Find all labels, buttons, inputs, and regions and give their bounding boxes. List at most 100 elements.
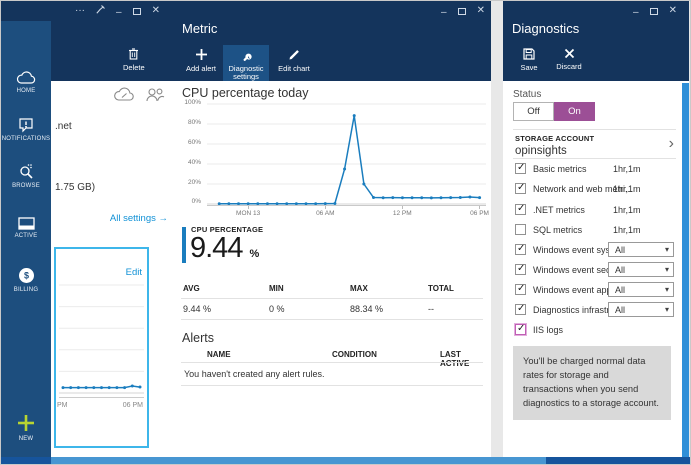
diag-row-windows-event-security: ✓ Windows event security... All ▾ [513,260,676,280]
discard-button[interactable]: Discard [551,45,587,71]
maximize-icon[interactable] [132,7,141,15]
sidebar-item-billing[interactable]: $ BILLING [1,267,51,293]
checkbox-checked-focused[interactable]: ✓ [515,323,526,335]
billing-icon: $ [1,267,51,284]
checkbox-checked[interactable]: ✓ [515,182,526,194]
alerts-header-lastactive: LAST ACTIVE [440,350,470,368]
stat-value-avg: 9.44 % [183,304,212,314]
edit-chart-label: Edit chart [278,64,310,73]
tile-edit-link[interactable]: Edit [126,267,142,278]
stat-header-total: TOTAL [428,284,454,293]
checkbox-unchecked[interactable] [515,224,526,235]
home-cloud-icon [1,71,51,85]
x-tick [479,206,480,209]
diagnostic-settings-label: Diagnostic settings [228,64,264,81]
diagnostics-blade-chrome: – ✕ [633,5,677,18]
status-off-option[interactable]: Off [513,102,554,121]
delete-button[interactable]: Delete [123,45,145,72]
all-settings-link[interactable]: All settings → [110,213,168,224]
mini-chart-xlabel-right: 06 PM [122,402,143,409]
chevron-down-icon: ▾ [664,305,669,314]
checkbox-checked[interactable]: ✓ [515,283,526,295]
chart-x-axis-labels: MON 13 06 AM 12 PM 06 PM [236,210,489,217]
metric-blade-title: Metric [182,21,218,36]
webapp-cloud-icon [113,87,135,107]
vertical-scrollbar[interactable] [682,83,689,457]
checkbox-checked[interactable]: ✓ [515,303,526,315]
billing-notice: You'll be charged normal data rates for … [513,346,671,420]
active-window-icon [1,217,51,230]
stat-value-min: 0 % [269,304,285,314]
chevron-down-icon: ▾ [664,265,669,274]
pencil-icon [289,50,299,60]
checkbox-checked[interactable]: ✓ [515,162,526,174]
close-icon[interactable]: ✕ [669,6,677,16]
diagnostics-blade-title: Diagnostics [512,21,580,36]
checkbox-checked[interactable]: ✓ [515,203,526,215]
chevron-down-icon: ▾ [664,285,669,294]
add-alert-button[interactable]: Add alert [181,45,221,73]
horizontal-scrollbar[interactable] [1,457,690,464]
sidebar-item-home[interactable]: HOME [1,71,51,94]
alerts-header-name: NAME [207,350,231,359]
sidebar-item-notifications[interactable]: NOTIFICATIONS [1,117,51,142]
sidebar-item-active[interactable]: ACTIVE [1,217,51,239]
diag-row-iis-logs: ✓ IIS logs [515,323,564,335]
sidebar-item-browse[interactable]: BROWSE [1,163,51,189]
diagnostic-settings-button[interactable]: Diagnostic settings [223,45,269,81]
status-label: Status [513,89,542,100]
webapp-blade: ··· – ✕ Delete .net 1.75 GB) All setting… [51,1,173,457]
minimize-icon[interactable]: – [441,8,447,18]
minimize-icon[interactable]: – [633,8,639,18]
divider [181,319,483,320]
diag-row-windows-event-system: ✓ Windows event system... All ▾ [513,240,676,260]
dropdown-all[interactable]: All ▾ [608,282,674,297]
diag-row-basic-metrics: ✓ Basic metrics 1hr,1m [515,162,641,174]
stat-value-total: -- [428,304,434,314]
maximize-icon[interactable] [457,7,466,15]
discard-label: Discard [556,62,582,71]
dropdown-all[interactable]: All ▾ [608,242,674,257]
save-icon [523,48,535,60]
alerts-title: Alerts [182,331,214,345]
diag-row-dotnet-metrics: ✓ .NET metrics 1hr,1m [515,203,641,215]
pin-icon[interactable] [96,5,105,17]
x-icon [564,48,574,59]
storage-account-value: opinsights [515,145,567,157]
dropdown-all[interactable]: All ▾ [608,262,674,277]
dropdown-all[interactable]: All ▾ [608,302,674,317]
ellipsis-icon[interactable]: ··· [75,6,85,16]
monitoring-tile[interactable]: Edit PM 06 PM [54,247,149,448]
webapp-size-text: 1.75 GB) [55,182,96,193]
sidebar-item-new[interactable]: NEW [1,413,51,442]
legend-value: 9.44 % [190,232,260,264]
legend-unit: % [249,248,260,260]
azure-portal-window: HOME NOTIFICATIONS BROWSE ACTIVE $ BILLI… [0,0,691,465]
cpu-chart: 100% 80% 60% 40% 20% 0% MON 13 06 AM 12 … [181,99,489,222]
wrench-icon [243,53,252,61]
checkbox-checked[interactable]: ✓ [515,263,526,275]
diagnostics-blade: – ✕ Diagnostics Save Discard Status Off … [503,1,689,457]
browse-search-icon [1,163,51,180]
trash-icon [129,48,139,60]
storage-account-label: STORAGE ACCOUNT [515,134,595,143]
stat-value-max: 88.34 % [350,304,384,314]
maximize-icon[interactable] [649,7,658,15]
alerts-header-condition: CONDITION [332,350,377,359]
chart-title: CPU percentage today [182,86,309,100]
edit-chart-button[interactable]: Edit chart [273,45,315,73]
diag-row-windows-event-application: ✓ Windows event applica... All ▾ [513,280,676,300]
save-button[interactable]: Save [513,45,545,72]
sidebar-item-label: HOME [16,88,36,94]
close-icon[interactable]: ✕ [152,6,160,16]
storage-account-picker[interactable]: STORAGE ACCOUNT opinsights › [513,134,676,160]
horizontal-scrollbar-thumb[interactable] [51,457,546,464]
x-tick [248,206,249,209]
close-icon[interactable]: ✕ [477,6,485,16]
sidebar-item-label: NOTIFICATIONS [1,136,51,142]
x-tick [402,206,403,209]
minimize-icon[interactable]: – [116,8,122,18]
checkbox-checked[interactable]: ✓ [515,243,526,255]
sidebar-item-label: ACTIVE [14,233,38,239]
status-on-option[interactable]: On [554,102,595,121]
